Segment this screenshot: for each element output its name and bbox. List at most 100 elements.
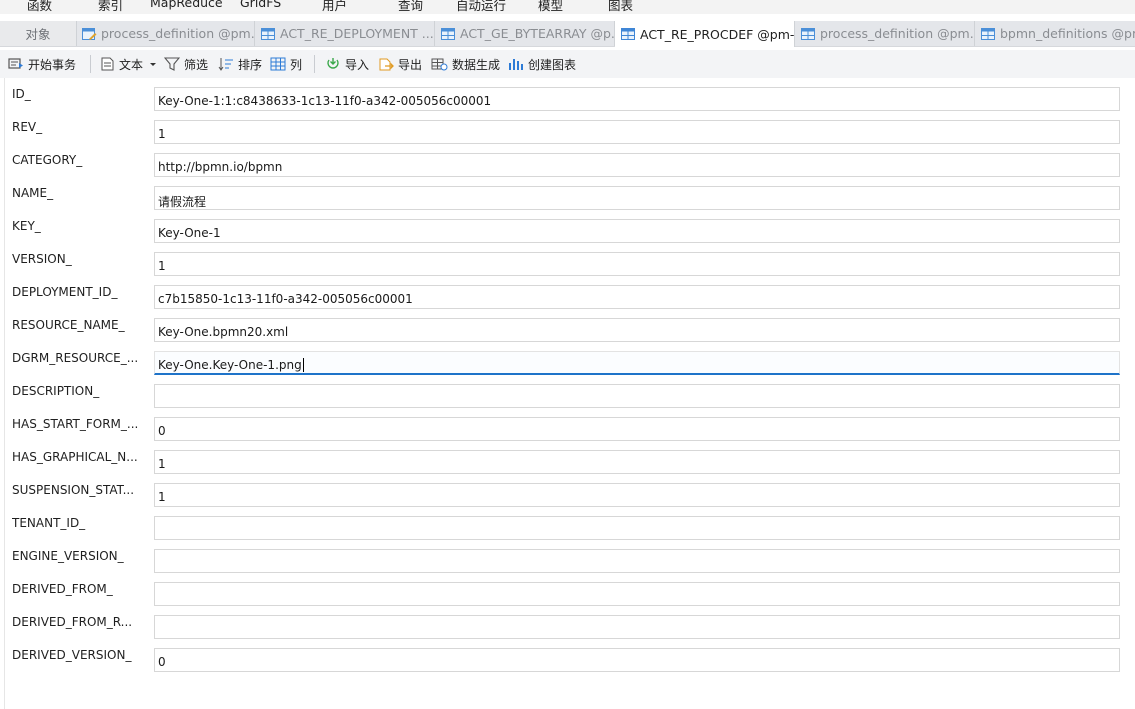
form-row-derived-from-root: DERIVED_FROM_R... [5,615,1135,648]
field-input-derived-from-root[interactable] [154,615,1120,639]
field-input-name[interactable]: 请假流程 [154,186,1120,210]
toolbar-divider [90,55,91,73]
import-label: 导入 [345,57,370,72]
field-label: CATEGORY_ [12,153,83,167]
export-button[interactable]: 导出 [378,55,422,73]
field-label: RESOURCE_NAME_ [12,318,125,332]
tab-label: ACT_RE_PROCDEF @pm-... [640,26,794,42]
table-icon [261,27,275,40]
tab-bpmn-definitions[interactable]: bpmn_definitions @pm-... [975,21,1135,46]
field-input-has-start-form-key[interactable]: 0 [154,417,1120,441]
field-label: HAS_GRAPHICAL_N... [12,450,138,464]
menu-item-automation[interactable]: 自动运行 [456,0,506,14]
tab-label: bpmn_definitions @pm-... [1000,26,1135,41]
filter-icon [164,57,180,71]
tab-act-ge-bytearray[interactable]: ACT_GE_BYTEARRAY @p... [435,21,615,46]
field-input-key[interactable]: Key-One-1 [154,219,1120,243]
form-row-derived-from: DERIVED_FROM_ [5,582,1135,615]
bar-chart-icon [509,59,523,70]
import-button[interactable]: 导入 [325,55,369,73]
toolbar-divider [314,55,315,73]
tab-label: ACT_GE_BYTEARRAY @p... [460,26,614,41]
form-row-rev: REV_ 1 [5,120,1135,153]
tab-process-definition[interactable]: process_definition @pm... [76,21,255,46]
field-label: ENGINE_VERSION_ [12,549,124,563]
table-icon [441,27,455,40]
export-icon [379,58,394,71]
begin-transaction-label: 开始事务 [28,57,77,72]
field-label: DEPLOYMENT_ID_ [12,285,118,299]
form-row-derived-version: DERIVED_VERSION_ 0 [5,648,1135,681]
columns-grid-icon [270,57,286,71]
field-input-derived-from[interactable] [154,582,1120,606]
tab-objects-label: 对象 [25,27,51,42]
field-input-rev[interactable]: 1 [154,120,1120,144]
text-view-label: 文本 [119,57,144,72]
form-row-version: VERSION_ 1 [5,252,1135,285]
form-row-dgrm-resource-name: DGRM_RESOURCE_... Key-One.Key-One-1.png [5,351,1135,384]
tab-objects[interactable]: 对象 [0,21,77,46]
tab-process-definition-2[interactable]: process_definition @pm... [795,21,975,46]
menu-item-model[interactable]: 模型 [538,0,563,14]
field-input-engine-version[interactable] [154,549,1120,573]
create-chart-button[interactable]: 创建图表 [508,55,576,73]
form-row-resource-name: RESOURCE_NAME_ Key-One.bpmn20.xml [5,318,1135,351]
begin-transaction-button[interactable]: 开始事务 [8,55,76,73]
field-input-category[interactable]: http://bpmn.io/bpmn [154,153,1120,177]
filter-label: 筛选 [184,57,209,72]
field-label: SUSPENSION_STAT... [12,483,135,497]
field-label: DERIVED_VERSION_ [12,648,132,662]
field-label: KEY_ [12,219,41,233]
tab-strip: 对象 process_definition @pm... ACT_RE_DEPL… [0,21,1135,47]
field-input-dgrm-resource-name[interactable]: Key-One.Key-One-1.png [154,351,1120,375]
field-label: DESCRIPTION_ [12,384,100,398]
data-generation-button[interactable]: 数据生成 [431,55,500,73]
record-form: ID_ Key-One-1:1:c8438633-1c13-11f0-a342-… [4,78,1135,709]
field-input-resource-name[interactable]: Key-One.bpmn20.xml [154,318,1120,342]
form-row-tenant-id: TENANT_ID_ [5,516,1135,549]
document-text-icon [101,57,114,71]
field-label: HAS_START_FORM_... [12,417,139,431]
form-row-category: CATEGORY_ http://bpmn.io/bpmn [5,153,1135,186]
field-input-suspension-state[interactable]: 1 [154,483,1120,507]
columns-button[interactable]: 列 [270,55,302,73]
text-caret [302,358,304,372]
data-generation-icon [431,58,448,71]
field-input-has-graphical-notation[interactable]: 1 [154,450,1120,474]
field-input-derived-version[interactable]: 0 [154,648,1120,672]
menu-item-mapreduce[interactable]: MapReduce [150,0,223,10]
menu-item-users[interactable]: 用户 [322,0,347,14]
text-view-button[interactable]: 文本 [100,55,162,73]
menu-item-chart[interactable]: 图表 [608,0,633,14]
field-label: REV_ [12,120,43,134]
menu-item-index[interactable]: 索引 [98,0,123,14]
field-label: ID_ [12,87,31,101]
form-row-engine-version: ENGINE_VERSION_ [5,549,1135,582]
create-chart-label: 创建图表 [528,57,577,72]
sort-button[interactable]: 排序 [218,55,262,73]
menu-item-gridfs[interactable]: GridFS [240,0,281,10]
field-label: VERSION_ [12,252,72,266]
collection-edit-icon [82,27,97,40]
tab-label: ACT_RE_DEPLOYMENT ... [280,26,434,41]
field-value: Key-One.Key-One-1.png [158,358,302,372]
field-label: DERIVED_FROM_R... [12,615,133,629]
toolbar: 开始事务 文本 筛选 排序 列 导入 导出 数据生成 创建图表 [0,50,1135,78]
filter-button[interactable]: 筛选 [164,55,208,73]
menu-item-query[interactable]: 查询 [398,0,423,14]
columns-label: 列 [290,57,303,72]
tab-act-re-deployment[interactable]: ACT_RE_DEPLOYMENT ... [255,21,435,46]
field-input-version[interactable]: 1 [154,252,1120,276]
menu-item-functions[interactable]: 函数 [27,0,52,14]
table-icon [621,28,635,40]
field-label: DERIVED_FROM_ [12,582,113,596]
import-icon [327,58,339,69]
export-label: 导出 [398,57,423,72]
field-input-deployment-id[interactable]: c7b15850-1c13-11f0-a342-005056c00001 [154,285,1120,309]
table-icon [801,27,815,40]
field-input-id[interactable]: Key-One-1:1:c8438633-1c13-11f0-a342-0050… [154,87,1120,111]
field-input-tenant-id[interactable] [154,516,1120,540]
field-input-description[interactable] [154,384,1120,408]
tab-act-re-procdef[interactable]: ACT_RE_PROCDEF @pm-... [615,21,795,47]
tab-label: process_definition @pm... [101,26,254,41]
